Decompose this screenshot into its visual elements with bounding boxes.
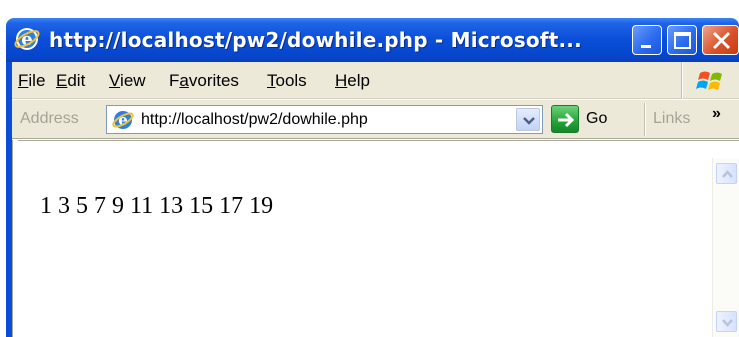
menu-help-label: elp xyxy=(347,71,370,90)
menu-help-accel: H xyxy=(335,71,348,90)
address-dropdown-button[interactable] xyxy=(516,108,540,131)
content-frame xyxy=(12,140,739,158)
windows-flag-icon xyxy=(696,71,722,90)
chevron-up-icon xyxy=(722,170,733,178)
menu-help[interactable]: Help xyxy=(335,71,370,91)
menu-favorites-accel: a xyxy=(179,71,189,90)
links-more-icon[interactable]: » xyxy=(712,105,721,123)
menu-favorites[interactable]: Favorites xyxy=(169,71,239,91)
page-content: 1 3 5 7 9 11 13 15 17 19 xyxy=(18,158,712,337)
scroll-up-button[interactable] xyxy=(716,163,737,184)
address-label: Address xyxy=(20,110,79,127)
links-separator xyxy=(644,103,646,136)
menu-bar: File Edit View Favorites Tools Help xyxy=(12,62,739,99)
links-label[interactable]: Links xyxy=(653,110,690,128)
menu-favorites-pre: F xyxy=(169,71,180,90)
menu-file-label: ile xyxy=(28,71,46,90)
menu-view[interactable]: View xyxy=(109,71,146,91)
menu-view-accel: V xyxy=(109,71,121,90)
minimize-icon xyxy=(641,45,651,48)
page-ie-icon: e xyxy=(112,111,134,129)
address-field[interactable]: e xyxy=(106,105,543,134)
menu-tools[interactable]: Tools xyxy=(267,71,307,91)
go-label[interactable]: Go xyxy=(586,110,607,128)
menu-tools-label: ools xyxy=(275,71,307,90)
menu-favorites-label: vorites xyxy=(188,71,239,90)
window-title: http://localhost/pw2/dowhile.php - Micro… xyxy=(49,28,582,52)
menu-file-accel: F xyxy=(18,71,29,90)
maximize-icon xyxy=(674,32,691,49)
close-button[interactable] xyxy=(702,25,739,55)
chevron-down-icon xyxy=(722,319,733,327)
go-button[interactable] xyxy=(551,105,579,133)
menu-edit[interactable]: Edit xyxy=(56,71,85,91)
address-input[interactable] xyxy=(141,109,481,131)
minimize-button[interactable] xyxy=(632,25,662,55)
title-bar[interactable]: e http://localhost/pw2/dowhile.php - Mic… xyxy=(6,18,739,62)
menu-edit-label: dit xyxy=(67,71,86,90)
page-output-text: 1 3 5 7 9 11 13 15 17 19 xyxy=(40,193,274,219)
menu-edit-accel: E xyxy=(56,71,68,90)
menu-view-label: iew xyxy=(120,71,146,90)
chevron-down-icon xyxy=(523,117,535,125)
maximize-button[interactable] xyxy=(667,25,697,55)
close-icon xyxy=(712,31,731,50)
menu-separator xyxy=(681,62,683,99)
menu-file[interactable]: File xyxy=(18,71,45,91)
scroll-down-button[interactable] xyxy=(716,311,737,332)
address-toolbar: Address e Go Links » xyxy=(12,100,739,139)
vertical-scrollbar[interactable] xyxy=(712,158,739,337)
menu-tools-accel: T xyxy=(267,71,276,90)
ie-icon: e xyxy=(14,28,40,50)
arrow-right-icon xyxy=(558,112,575,128)
